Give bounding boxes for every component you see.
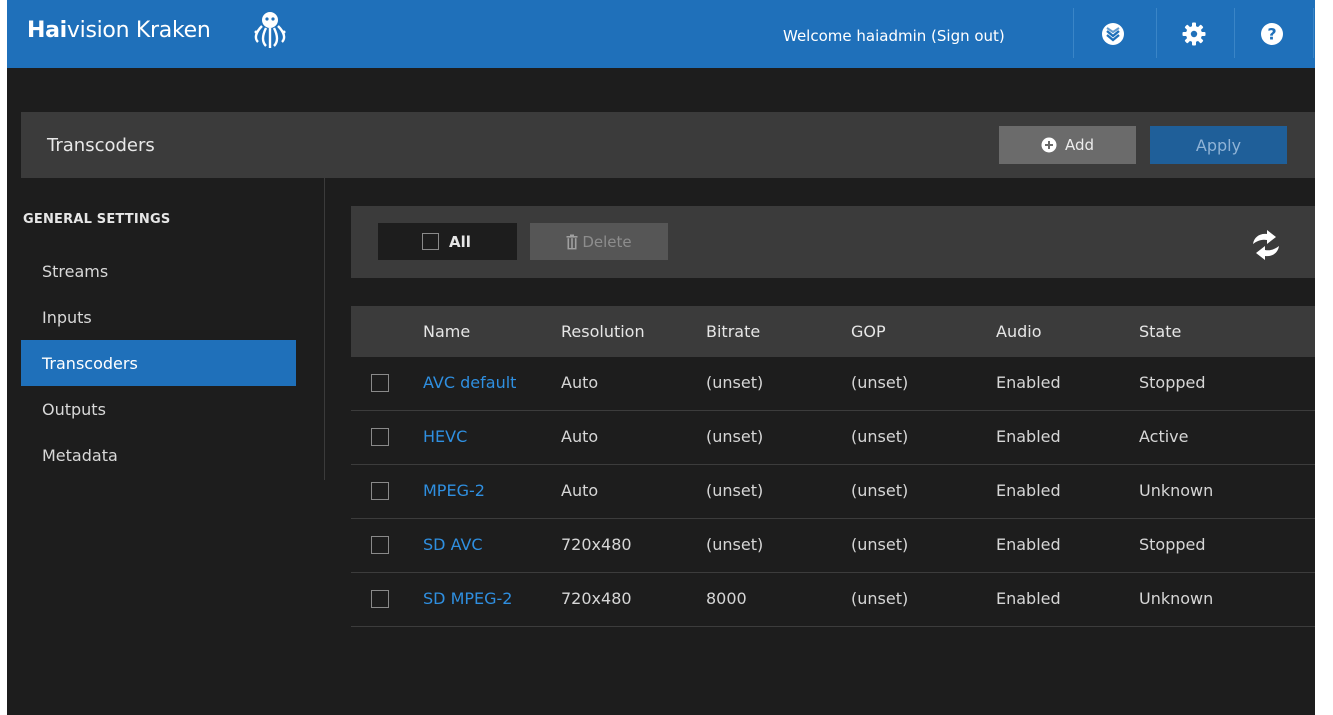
cell-bitrate: (unset) xyxy=(706,373,764,392)
svg-text:?: ? xyxy=(1267,25,1276,44)
transcoder-name-link[interactable]: MPEG-2 xyxy=(423,481,485,500)
transcoder-name-link[interactable]: SD MPEG-2 xyxy=(423,589,512,608)
cell-audio: Enabled xyxy=(996,481,1061,500)
table-row: MPEG-2 Auto (unset) (unset) Enabled Unkn… xyxy=(351,465,1315,519)
cell-bitrate: 8000 xyxy=(706,589,747,608)
cell-gop: (unset) xyxy=(851,535,909,554)
sign-out-link[interactable]: (Sign out) xyxy=(931,27,1005,45)
cell-resolution: 720x480 xyxy=(561,535,632,554)
transcoder-name-link[interactable]: AVC default xyxy=(423,373,516,392)
sidebar-item-label: Inputs xyxy=(42,307,92,327)
cell-resolution: Auto xyxy=(561,373,599,392)
status-icon[interactable] xyxy=(1101,22,1125,46)
divider xyxy=(1234,8,1235,58)
column-header-name[interactable]: Name xyxy=(423,322,470,341)
table-row: SD AVC 720x480 (unset) (unset) Enabled S… xyxy=(351,519,1315,573)
cell-state: Active xyxy=(1139,427,1189,446)
sidebar-item-streams[interactable]: Streams xyxy=(21,248,296,294)
top-bar: Haivision Kraken Welcome haiadmin (Sign … xyxy=(7,0,1315,68)
sidebar-item-transcoders[interactable]: Transcoders xyxy=(21,340,296,386)
trash-icon xyxy=(566,234,578,249)
cell-resolution: Auto xyxy=(561,481,599,500)
table-row: HEVC Auto (unset) (unset) Enabled Active xyxy=(351,411,1315,465)
column-header-bitrate[interactable]: Bitrate xyxy=(706,322,760,341)
row-checkbox[interactable] xyxy=(371,428,389,446)
kraken-logo-icon xyxy=(254,12,286,48)
welcome-user: Welcome haiadmin xyxy=(783,27,927,45)
divider xyxy=(1073,8,1074,58)
refresh-icon[interactable] xyxy=(1249,230,1283,260)
sidebar-item-inputs[interactable]: Inputs xyxy=(21,294,296,340)
transcoder-name-link[interactable]: SD AVC xyxy=(423,535,483,554)
apply-button-label: Apply xyxy=(1195,135,1242,155)
cell-resolution: Auto xyxy=(561,427,599,446)
add-button-label: Add xyxy=(1064,136,1095,154)
add-button[interactable]: Add xyxy=(999,126,1136,164)
transcoder-name-link[interactable]: HEVC xyxy=(423,427,467,446)
table-row: SD MPEG-2 720x480 8000 (unset) Enabled U… xyxy=(351,573,1315,627)
page-header: Transcoders Add Apply xyxy=(21,112,1315,178)
divider xyxy=(1156,8,1157,58)
app-window: Haivision Kraken Welcome haiadmin (Sign … xyxy=(7,0,1315,715)
cell-state: Unknown xyxy=(1139,481,1214,500)
cell-state: Stopped xyxy=(1139,373,1206,392)
cell-state: Unknown xyxy=(1139,589,1214,608)
select-all-checkbox[interactable]: All xyxy=(378,223,517,260)
cell-state: Stopped xyxy=(1139,535,1206,554)
sidebar-item-outputs[interactable]: Outputs xyxy=(21,386,296,432)
sidebar-item-label: Transcoders xyxy=(42,353,138,373)
column-header-resolution[interactable]: Resolution xyxy=(561,322,645,341)
brand-rest: vision Kraken xyxy=(66,18,211,43)
row-checkbox[interactable] xyxy=(371,482,389,500)
cell-audio: Enabled xyxy=(996,427,1061,446)
checkbox-icon xyxy=(422,233,439,250)
cell-bitrate: (unset) xyxy=(706,427,764,446)
sidebar-item-label: Streams xyxy=(42,261,109,281)
delete-button-label: Delete xyxy=(582,232,632,251)
sidebar-item-label: Outputs xyxy=(42,399,106,419)
cell-audio: Enabled xyxy=(996,535,1061,554)
row-checkbox[interactable] xyxy=(371,536,389,554)
gear-icon[interactable] xyxy=(1182,22,1206,46)
row-checkbox[interactable] xyxy=(371,590,389,608)
column-header-state[interactable]: State xyxy=(1139,322,1181,341)
cell-gop: (unset) xyxy=(851,427,909,446)
page-title: Transcoders xyxy=(47,135,155,156)
cell-bitrate: (unset) xyxy=(706,481,764,500)
delete-button[interactable]: Delete xyxy=(530,223,668,260)
list-toolbar: All Delete xyxy=(351,206,1315,278)
cell-gop: (unset) xyxy=(851,589,909,608)
select-all-label: All xyxy=(449,232,471,251)
apply-button[interactable]: Apply xyxy=(1150,126,1287,164)
sidebar-item-label: Metadata xyxy=(42,445,118,465)
cell-audio: Enabled xyxy=(996,373,1061,392)
cell-audio: Enabled xyxy=(996,589,1061,608)
brand-bold: Hai xyxy=(27,18,67,43)
table-header: Name Resolution Bitrate GOP Audio State xyxy=(351,306,1315,357)
sidebar-item-metadata[interactable]: Metadata xyxy=(21,432,296,478)
divider xyxy=(1313,8,1314,58)
column-header-audio[interactable]: Audio xyxy=(996,322,1041,341)
cell-gop: (unset) xyxy=(851,373,909,392)
transcoders-table: Name Resolution Bitrate GOP Audio State … xyxy=(351,306,1315,627)
cell-bitrate: (unset) xyxy=(706,535,764,554)
cell-gop: (unset) xyxy=(851,481,909,500)
cell-resolution: 720x480 xyxy=(561,589,632,608)
sidebar: GENERAL SETTINGS Streams Inputs Transcod… xyxy=(21,178,325,480)
plus-circle-icon xyxy=(1041,137,1057,153)
row-checkbox[interactable] xyxy=(371,374,389,392)
sidebar-heading: GENERAL SETTINGS xyxy=(23,212,171,227)
help-icon[interactable]: ? xyxy=(1260,22,1284,46)
table-row: AVC default Auto (unset) (unset) Enabled… xyxy=(351,357,1315,411)
welcome-text: Welcome haiadmin (Sign out) xyxy=(783,27,1005,45)
column-header-gop[interactable]: GOP xyxy=(851,322,886,341)
app-logo[interactable]: Haivision Kraken xyxy=(27,18,211,43)
